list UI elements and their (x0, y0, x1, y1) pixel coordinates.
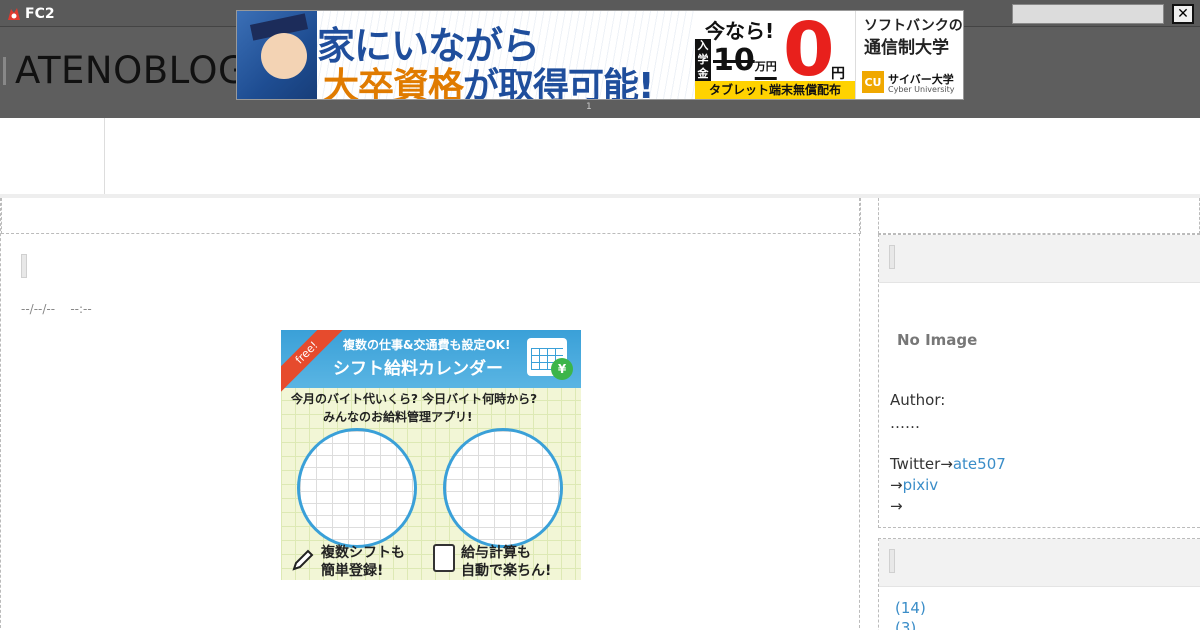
category-link[interactable]: (3) (895, 619, 916, 630)
ad-headline-line2: 大卒資格が取得可能! (323, 57, 654, 100)
entry-title-marker (21, 254, 27, 278)
app-screenshot-calendar (297, 428, 417, 548)
fc2-logo[interactable]: FC2 (6, 4, 55, 24)
category-title-marker (889, 549, 895, 573)
ad-sponsor-line2: 通信制大学 (864, 38, 949, 58)
ad-banner[interactable]: 家にいながら 大卒資格が取得可能! 今なら! 入学金 10万円 0 円 タブレッ… (236, 10, 964, 100)
ad-yen-label: 円 (831, 66, 845, 82)
blog-title[interactable]: ATENOBLOG (15, 49, 247, 92)
title-handle (3, 57, 6, 85)
ad-price-block: 今なら! 入学金 10万円 0 円 タブレット端末無償配布 (695, 11, 855, 99)
app-title: シフト給料カレンダー (333, 359, 503, 379)
ad-uni-name-en: Cyber University (888, 85, 955, 94)
nav-bar (0, 118, 1200, 198)
profile-box: No Image Author: …… Twitter→ate507 →pixi… (878, 234, 1200, 528)
app-feature-1-line2: 簡単登録! (321, 563, 384, 579)
extra-arrow: → (890, 497, 903, 515)
category-box: (14) (3) (878, 538, 1200, 630)
twitter-link[interactable]: ate507 (953, 455, 1006, 473)
app-feature-2-line2: 自動で楽ちん! (461, 563, 552, 579)
ad-old-price-unit: 万円 (754, 60, 777, 73)
twitter-line: Twitter→ate507 (890, 455, 1006, 473)
twitter-label: Twitter→ (890, 455, 953, 473)
ad-sponsor-line1: ソフトバンクの (864, 18, 963, 34)
category-box-title (879, 539, 1200, 587)
author-value: …… (890, 414, 920, 432)
main-content: --/--/-- --:-- 複数の仕事&交通費も設定OK! シフト給料カレンダ… (0, 198, 861, 630)
ad-baby-image (237, 11, 317, 99)
app-question-2: みんなのお給料管理アプリ! (323, 410, 473, 424)
yen-icon: ¥ (551, 358, 573, 380)
shift-calendar-app-image[interactable]: 複数の仕事&交通費も設定OK! シフト給料カレンダー ¥ free! 今月のバイ… (281, 330, 581, 580)
pencil-icon (292, 549, 314, 571)
ad-tablet-label: タブレット端末無償配布 (695, 81, 855, 99)
pixiv-prefix: → (890, 476, 903, 494)
ad-headline-line2-b: が取得可能! (463, 66, 654, 100)
ad-now-label: 今なら! (705, 19, 775, 43)
app-feature-2-line1: 給与計算も (461, 545, 531, 561)
close-icon[interactable]: ✕ (1172, 4, 1194, 24)
fc2-search-input[interactable] (1012, 4, 1164, 24)
app-feature-1-line1: 複数シフトも (321, 545, 405, 561)
nav-item[interactable] (0, 118, 105, 194)
fc2-logo-text: FC2 (25, 6, 55, 22)
cyber-university-logo-icon: CU (862, 71, 884, 93)
ad-sponsor: ソフトバンクの 通信制大学 CU サイバー大学 Cyber University (855, 11, 963, 99)
fc2-logo-icon (8, 8, 20, 20)
ad-headline: 家にいながら 大卒資格が取得可能! (317, 11, 695, 100)
ad-counter: 1 (586, 102, 592, 112)
main-content-header (1, 198, 861, 234)
ad-old-price: 10万円 (713, 43, 777, 78)
app-screenshot-salary (443, 428, 563, 548)
category-link[interactable]: (14) (895, 599, 926, 617)
ad-nyugaku-label: 入学金 (695, 39, 711, 81)
calculator-icon (433, 544, 455, 572)
sidebar-header (878, 198, 1200, 234)
avatar: No Image (897, 331, 978, 349)
pixiv-line: →pixiv (890, 476, 938, 494)
ad-headline-line2-a: 大卒資格 (323, 66, 464, 100)
author-label: Author: (890, 391, 946, 409)
sidebar: No Image Author: …… Twitter→ate507 →pixi… (878, 198, 1200, 630)
profile-box-title (879, 235, 1200, 283)
baby-face (261, 33, 307, 79)
entry-date: --/--/-- --:-- (21, 302, 92, 316)
app-subtitle: 複数の仕事&交通費も設定OK! (343, 338, 511, 352)
profile-title-marker (889, 245, 895, 269)
app-question-1: 今月のバイト代いくら? 今日バイト何時から? (291, 392, 538, 406)
ad-old-price-value: 10 (713, 43, 755, 78)
pixiv-link[interactable]: pixiv (903, 476, 939, 494)
